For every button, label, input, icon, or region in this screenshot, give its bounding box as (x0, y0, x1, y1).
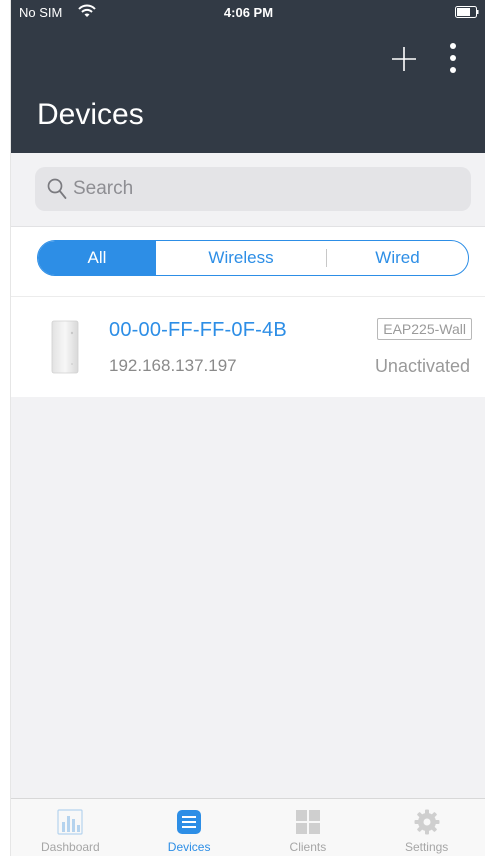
tab-label: Dashboard (41, 840, 100, 854)
filter-all[interactable]: All (38, 241, 156, 275)
device-name: 00-00-FF-FF-0F-4B (109, 319, 287, 341)
list-icon (177, 810, 202, 834)
tab-label: Devices (167, 840, 211, 854)
device-model-badge: EAP225-Wall (377, 318, 472, 340)
status-time: 4:06 PM (223, 5, 274, 20)
filter-bar: All Wireless Wired (11, 227, 485, 297)
battery-icon (455, 6, 479, 18)
device-row[interactable]: 00-00-FF-FF-0F-4B 192.168.137.197 EAP225… (11, 297, 485, 397)
page-title: Devices (37, 98, 144, 131)
tab-label: Clients (289, 840, 327, 854)
device-status: Unactivated (374, 356, 470, 376)
app-frame: No SIM 4:06 PM Devices Search All Wirele… (10, 0, 485, 856)
tab-bar: Dashboard Devices Clients Settings (11, 798, 485, 856)
filter-wired[interactable]: Wired (327, 241, 468, 275)
search-icon (47, 178, 67, 199)
search-box[interactable] (35, 167, 471, 211)
grid-icon (295, 810, 320, 834)
search-input[interactable] (73, 167, 463, 211)
filter-segmented-control: All Wireless Wired (37, 240, 469, 276)
gear-icon (414, 809, 440, 835)
tab-clients[interactable]: Clients (249, 799, 368, 856)
tab-settings[interactable]: Settings (367, 799, 485, 856)
device-ip: 192.168.137.197 (109, 356, 237, 375)
status-bar: No SIM 4:06 PM (11, 0, 485, 24)
more-vertical-icon[interactable] (445, 42, 461, 76)
tab-dashboard[interactable]: Dashboard (11, 799, 130, 856)
plus-icon[interactable] (389, 44, 419, 74)
tab-devices[interactable]: Devices (130, 799, 249, 856)
access-point-icon (51, 320, 79, 374)
device-list: 00-00-FF-FF-0F-4B 192.168.137.197 EAP225… (11, 297, 485, 397)
filter-wireless[interactable]: Wireless (156, 241, 326, 275)
bar-chart-icon (57, 809, 83, 835)
search-bar (11, 153, 485, 227)
tab-label: Settings (404, 840, 449, 854)
header: No SIM 4:06 PM Devices (11, 0, 485, 153)
